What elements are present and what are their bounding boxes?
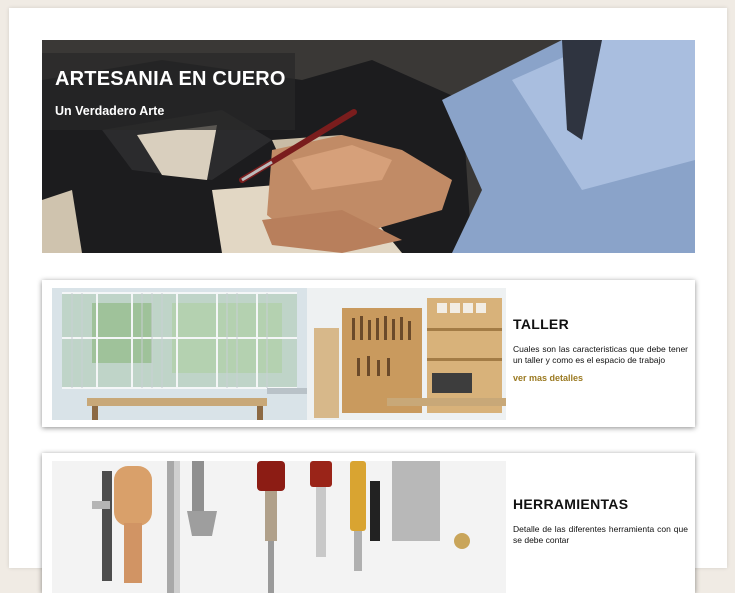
- hero-title: ARTESANIA EN CUERO: [55, 68, 286, 90]
- herramientas-image[interactable]: [52, 461, 506, 593]
- hero-caption-overlay: ARTESANIA EN CUERO Un Verdadero Arte: [42, 53, 295, 130]
- hero-subtitle: Un Verdadero Arte: [55, 104, 165, 118]
- card-description: Cuales son las caracteristicas que debe …: [513, 344, 688, 365]
- page-container: ARTESANIA EN CUERO Un Verdadero Arte TAL…: [9, 8, 727, 593]
- hero-banner: ARTESANIA EN CUERO Un Verdadero Arte: [42, 40, 695, 253]
- card-title: HERRAMIENTAS: [513, 496, 629, 512]
- see-more-link[interactable]: ver mas detalles: [513, 373, 583, 383]
- taller-image[interactable]: [52, 288, 506, 420]
- card-description: Detalle de las diferentes herramienta co…: [513, 524, 688, 545]
- card-taller[interactable]: TALLER Cuales son las caracteristicas qu…: [42, 280, 695, 427]
- taller-text: TALLER Cuales son las caracteristicas qu…: [513, 316, 688, 386]
- card-herramientas[interactable]: HERRAMIENTAS Detalle de las diferentes h…: [42, 453, 695, 593]
- herramientas-text: HERRAMIENTAS Detalle de las diferentes h…: [513, 496, 688, 545]
- card-title: TALLER: [513, 316, 569, 332]
